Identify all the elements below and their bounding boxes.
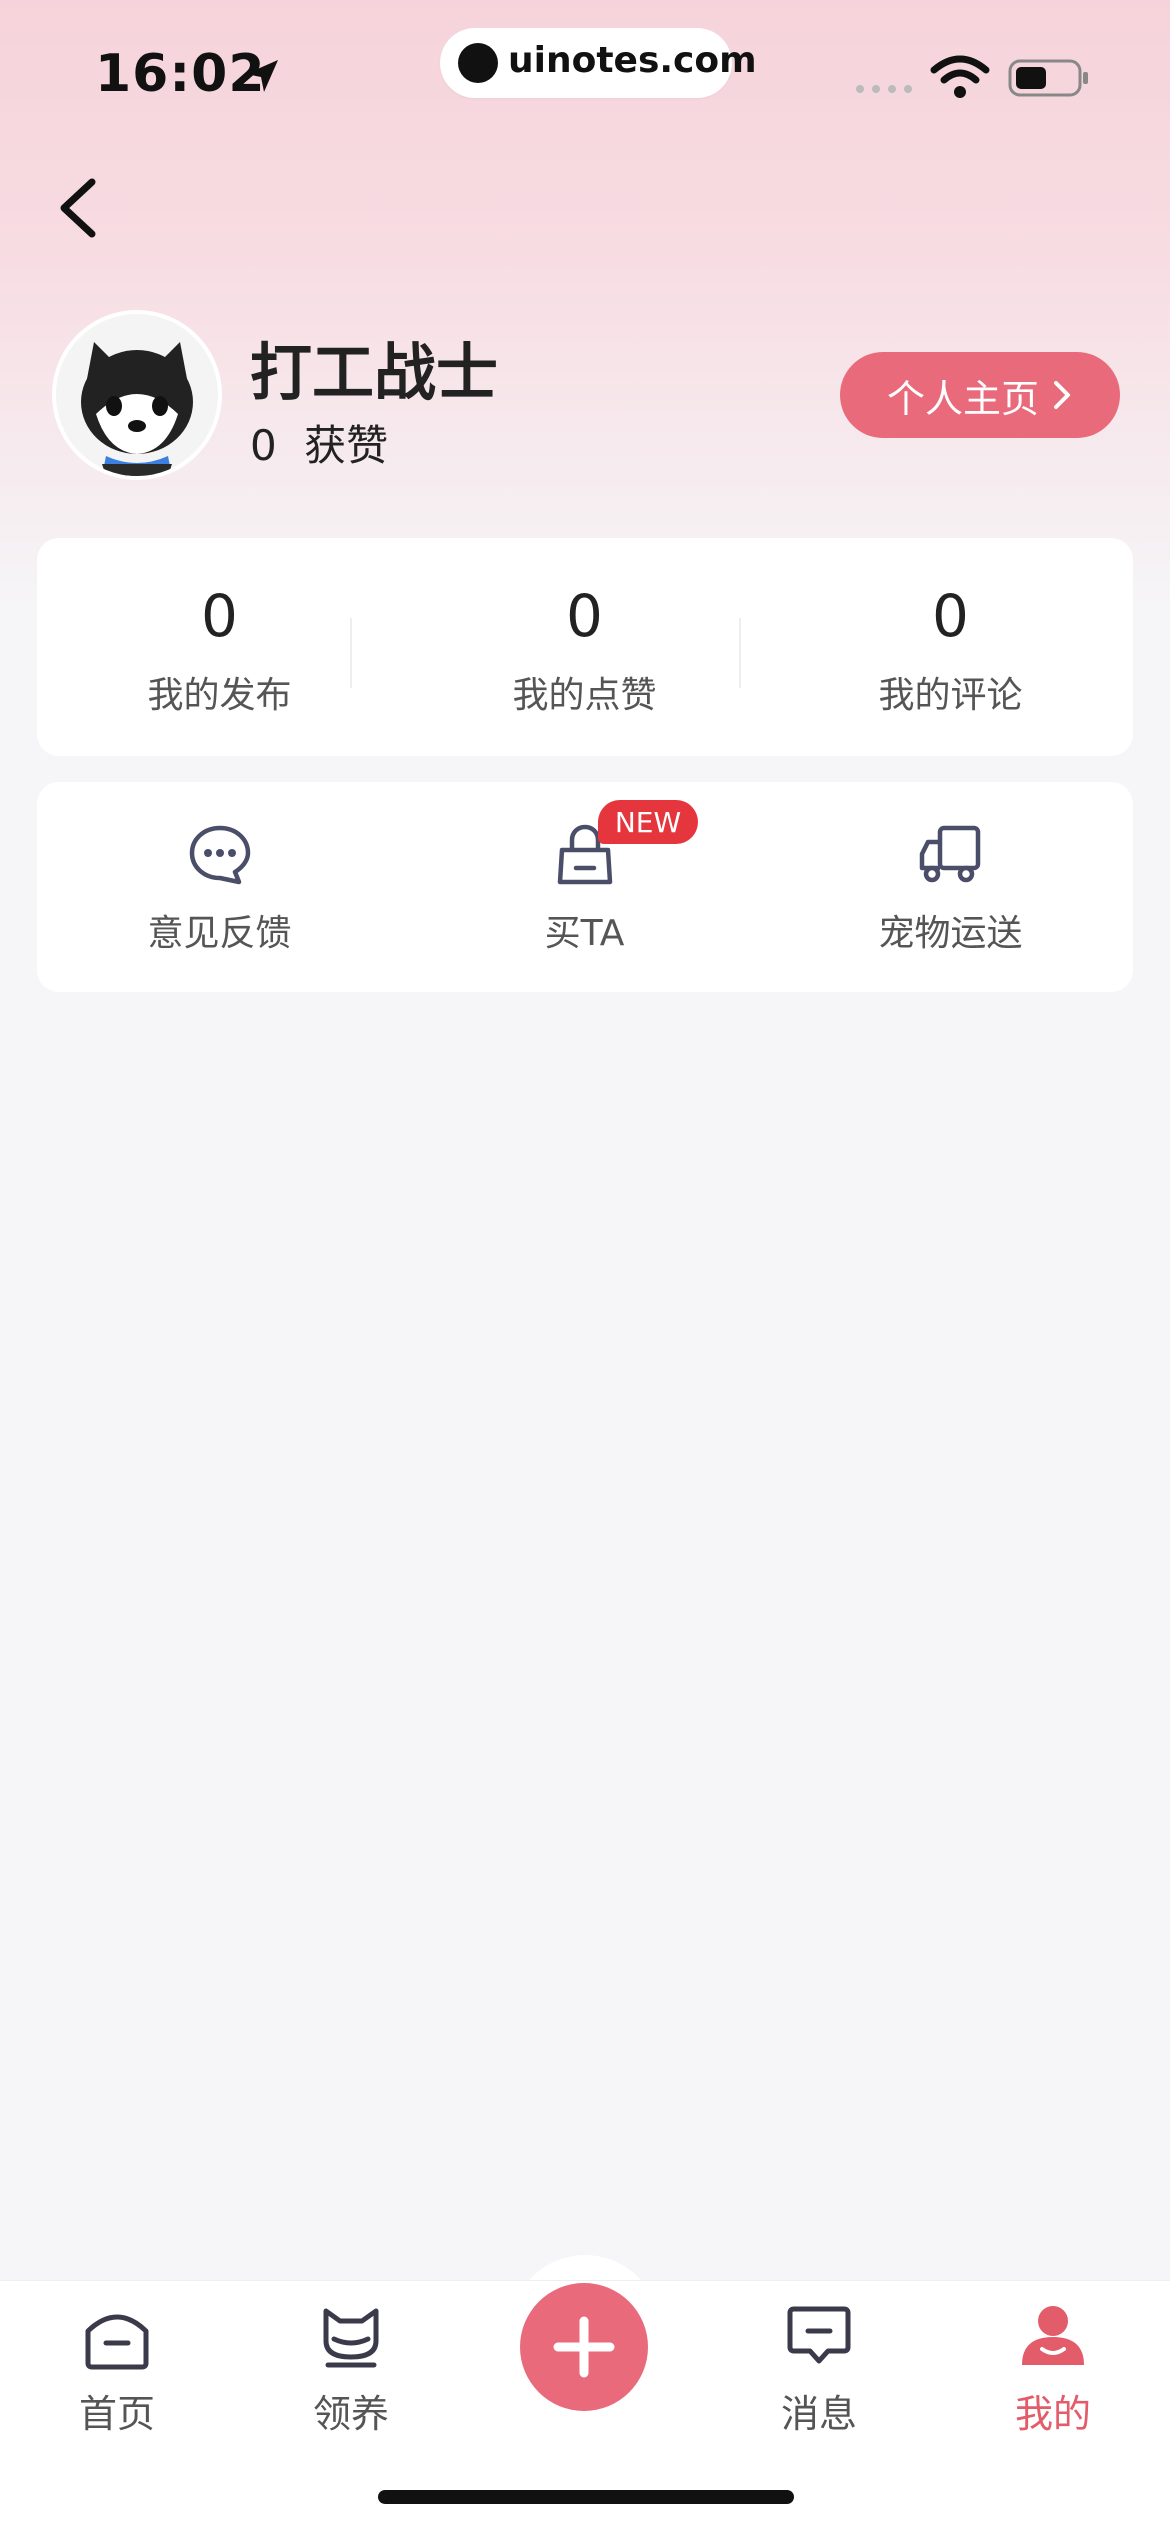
chat-bubble-icon (189, 825, 251, 885)
likes-count: 0 (250, 421, 277, 470)
username: 打工战士 (250, 336, 499, 409)
tab-messages[interactable]: 消息 (702, 2281, 936, 2461)
homepage-button[interactable]: 个人主页 (840, 352, 1120, 438)
stat-value: 0 (932, 582, 969, 650)
new-badge: NEW (598, 800, 698, 844)
chevron-right-icon (1054, 381, 1070, 409)
tab-label: 我的 (1014, 2392, 1091, 2436)
home-icon (85, 2314, 149, 2370)
url-pill[interactable]: uinotes.com (440, 28, 757, 98)
tool-buy-ta[interactable]: 买TA (402, 782, 767, 992)
tab-mine[interactable]: 我的 (936, 2281, 1170, 2461)
stat-my-likes[interactable]: 0 我的点赞 (402, 538, 767, 756)
avatar[interactable] (52, 310, 222, 480)
stat-value: 0 (201, 582, 238, 650)
tool-label: 买TA (544, 913, 625, 954)
location-arrow-icon (246, 60, 278, 92)
status-time: 16:02 (95, 44, 266, 104)
likes-label: 获赞 (304, 421, 389, 470)
divider (350, 618, 352, 688)
tool-label: 宠物运送 (878, 913, 1023, 954)
stat-label: 我的发布 (147, 675, 292, 716)
user-icon (1022, 2306, 1084, 2365)
site-logo-icon (458, 43, 498, 83)
stat-my-posts[interactable]: 0 我的发布 (37, 538, 402, 756)
home-indicator (378, 2490, 794, 2504)
url-text: uinotes.com (508, 40, 757, 81)
tab-label: 首页 (78, 2392, 155, 2436)
battery-icon (1008, 59, 1088, 97)
plus-icon (553, 2316, 615, 2378)
stat-my-comments[interactable]: 0 我的评论 (768, 538, 1133, 756)
stat-label: 我的点赞 (512, 675, 657, 716)
back-button[interactable] (48, 168, 108, 248)
cat-icon (323, 2308, 379, 2368)
homepage-button-label: 个人主页 (886, 376, 1039, 421)
tab-home[interactable]: 首页 (0, 2281, 234, 2461)
likes-summary: 0 获赞 (250, 412, 388, 473)
tools-card: 意见反馈 买TA 宠物运送 (37, 782, 1133, 992)
tool-label: 意见反馈 (147, 913, 292, 954)
message-icon (787, 2306, 851, 2364)
status-bar: 16:02 uinotes.com (0, 0, 1170, 140)
add-post-button[interactable] (520, 2283, 648, 2411)
wifi-icon (930, 55, 990, 98)
tool-feedback[interactable]: 意见反馈 (37, 782, 402, 992)
husky-avatar-icon (81, 342, 193, 476)
stats-card: 0 我的发布 0 我的点赞 0 我的评论 (37, 538, 1133, 756)
signal-icon (856, 85, 912, 93)
tool-pet-transport[interactable]: 宠物运送 (768, 782, 1133, 992)
tab-adopt[interactable]: 领养 (234, 2281, 468, 2461)
stat-value: 0 (566, 582, 603, 650)
tab-label: 领养 (312, 2392, 389, 2436)
tab-label: 消息 (780, 2392, 857, 2436)
truck-icon (919, 825, 981, 883)
divider (739, 618, 741, 688)
stat-label: 我的评论 (878, 675, 1023, 716)
